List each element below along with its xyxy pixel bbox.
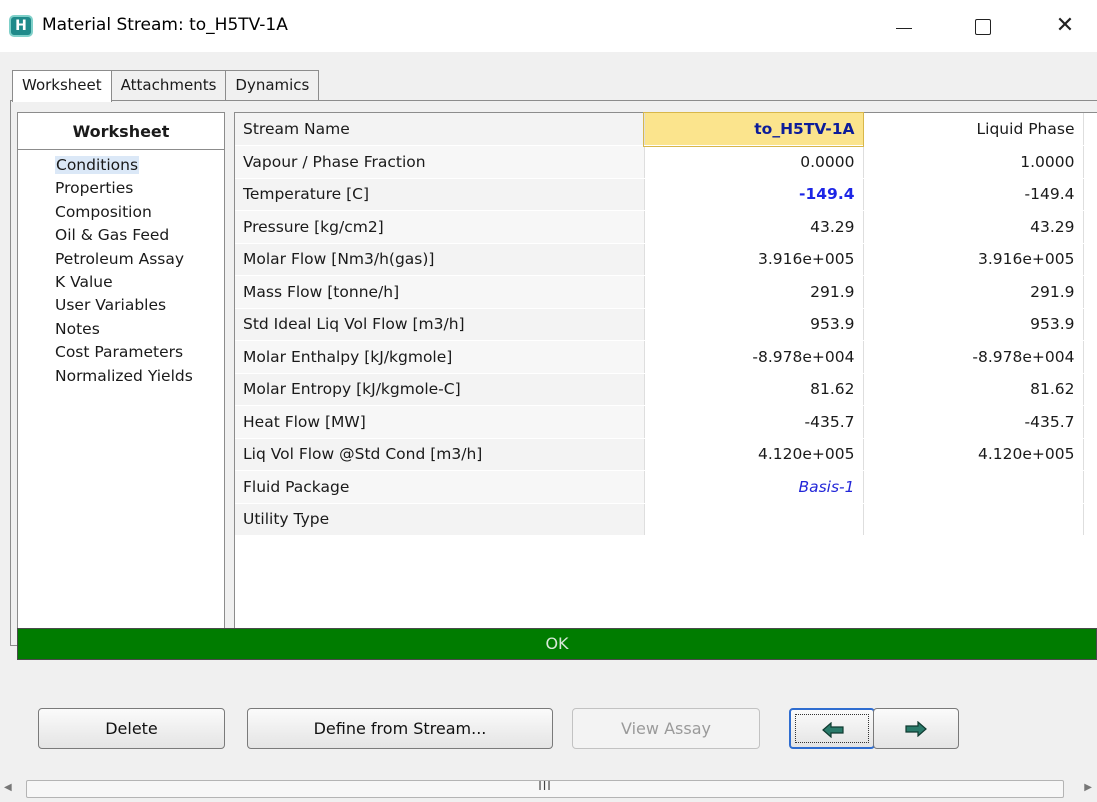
liquid-phase-cell[interactable]: -8.978e+004: [863, 340, 1084, 374]
property-name-cell: Molar Enthalpy [kJ/kgmole]: [235, 340, 645, 374]
tab-worksheet[interactable]: Worksheet: [12, 70, 112, 102]
tab-strip: Worksheet Attachments Dynamics: [12, 70, 320, 102]
liquid-phase-cell[interactable]: 3.916e+005: [863, 243, 1084, 276]
scroll-right-arrow-icon[interactable]: ▶: [1084, 782, 1092, 793]
stream-value-cell[interactable]: 81.62: [644, 373, 864, 406]
table-row: Molar Entropy [kJ/kgmole-C] 81.62 81.62: [235, 373, 1084, 406]
liquid-phase-cell[interactable]: [863, 470, 1084, 504]
delete-button[interactable]: Delete: [38, 708, 225, 749]
stream-value-cell[interactable]: 953.9: [644, 308, 864, 341]
table-row: Std Ideal Liq Vol Flow [m3/h] 953.9 953.9: [235, 308, 1084, 341]
property-name-cell: Liq Vol Flow @Std Cond [m3/h]: [235, 438, 645, 471]
previous-stream-button[interactable]: [789, 708, 875, 749]
tab-attachments[interactable]: Attachments: [110, 70, 227, 100]
nav-item-conditions[interactable]: Conditions: [55, 154, 224, 177]
next-stream-button[interactable]: [873, 708, 959, 749]
define-from-stream-button[interactable]: Define from Stream...: [247, 708, 553, 749]
property-name-cell: Heat Flow [MW]: [235, 405, 645, 439]
scrollbar-thumb[interactable]: III: [26, 779, 1064, 798]
table-row: Stream Name to_H5TV-1A Liquid Phase: [235, 112, 1084, 147]
arrow-left-icon: [822, 722, 844, 738]
nav-item-user-variables[interactable]: User Variables: [55, 294, 224, 317]
stream-value-cell[interactable]: [644, 503, 864, 536]
stream-value-cell[interactable]: -435.7: [644, 405, 864, 439]
maximize-button[interactable]: [954, 8, 1010, 44]
nav-item-composition[interactable]: Composition: [55, 201, 224, 224]
table-row: Temperature [C] -149.4 -149.4: [235, 178, 1084, 211]
close-button[interactable]: ✕: [1037, 8, 1093, 44]
property-name-cell: Stream Name: [235, 113, 645, 146]
table-row: Heat Flow [MW] -435.7 -435.7: [235, 405, 1084, 439]
stream-value-cell[interactable]: Basis-1: [644, 470, 864, 504]
liquid-phase-cell[interactable]: 43.29: [863, 210, 1084, 244]
status-bar: OK: [17, 628, 1097, 660]
hysys-app-icon: H: [9, 15, 33, 37]
property-name-cell: Temperature [C]: [235, 178, 645, 211]
property-name-cell: Molar Entropy [kJ/kgmole-C]: [235, 373, 645, 406]
conditions-grid: Stream Name to_H5TV-1A Liquid Phase Vapour …: [234, 112, 1097, 636]
table-row: Molar Enthalpy [kJ/kgmole] -8.978e+004 -8.…: [235, 340, 1084, 374]
table-row: Liq Vol Flow @Std Cond [m3/h] 4.120e+005 4…: [235, 438, 1084, 471]
minimize-button[interactable]: [875, 8, 931, 44]
stream-value-cell[interactable]: to_H5TV-1A: [643, 112, 864, 147]
liquid-phase-cell[interactable]: 953.9: [863, 308, 1084, 341]
table-row: Vapour / Phase Fraction 0.0000 1.0000: [235, 145, 1084, 179]
nav-item-k-value[interactable]: K Value: [55, 271, 224, 294]
liquid-phase-cell[interactable]: -149.4: [863, 178, 1084, 211]
nav-item-properties[interactable]: Properties: [55, 177, 224, 200]
stream-value-cell[interactable]: 4.120e+005: [644, 438, 864, 471]
nav-item-cost-parameters[interactable]: Cost Parameters: [55, 341, 224, 364]
property-name-cell: Mass Flow [tonne/h]: [235, 275, 645, 309]
liquid-phase-cell[interactable]: 81.62: [863, 373, 1084, 406]
property-name-cell: Vapour / Phase Fraction: [235, 145, 645, 179]
stream-dialog: Worksheet Attachments Dynamics Worksheet…: [0, 52, 1097, 802]
liquid-phase-cell[interactable]: 4.120e+005: [863, 438, 1084, 471]
conditions-table: Stream Name to_H5TV-1A Liquid Phase Vapour …: [235, 112, 1084, 536]
nav-list: Conditions Properties Composition Oil & …: [18, 150, 224, 388]
table-row: Pressure [kg/cm2] 43.29 43.29: [235, 210, 1084, 244]
view-assay-button[interactable]: View Assay: [572, 708, 760, 749]
property-name-cell: Pressure [kg/cm2]: [235, 210, 645, 244]
liquid-phase-cell[interactable]: [863, 503, 1084, 536]
horizontal-scrollbar[interactable]: ◀ III ▶: [0, 775, 1097, 802]
title-bar: H Material Stream: to_H5TV-1A ✕: [0, 0, 1097, 52]
arrow-right-icon: [905, 721, 927, 737]
property-name-cell: Molar Flow [Nm3/h(gas)]: [235, 243, 645, 276]
scrollbar-grip: III: [538, 779, 552, 793]
property-name-cell: Utility Type: [235, 503, 645, 536]
liquid-phase-cell[interactable]: 1.0000: [863, 145, 1084, 179]
property-name-cell: Std Ideal Liq Vol Flow [m3/h]: [235, 308, 645, 341]
nav-header: Worksheet: [18, 113, 224, 150]
nav-item-notes[interactable]: Notes: [55, 318, 224, 341]
stream-value-cell[interactable]: 291.9: [644, 275, 864, 309]
table-row: Mass Flow [tonne/h] 291.9 291.9: [235, 275, 1084, 309]
scroll-left-arrow-icon[interactable]: ◀: [4, 782, 12, 793]
table-row: Molar Flow [Nm3/h(gas)] 3.916e+005 3.916e+…: [235, 243, 1084, 276]
worksheet-nav: Worksheet Conditions Properties Composit…: [17, 112, 225, 636]
liquid-phase-cell[interactable]: 291.9: [863, 275, 1084, 309]
stream-value-cell[interactable]: -8.978e+004: [644, 340, 864, 374]
tab-dynamics[interactable]: Dynamics: [225, 70, 320, 100]
stream-value-cell[interactable]: 3.916e+005: [644, 243, 864, 276]
liquid-phase-cell[interactable]: -435.7: [863, 405, 1084, 439]
property-name-cell: Fluid Package: [235, 470, 645, 504]
nav-item-oil-gas-feed[interactable]: Oil & Gas Feed: [55, 224, 224, 247]
nav-item-normalized-yields[interactable]: Normalized Yields: [55, 365, 224, 388]
table-row: Utility Type: [235, 503, 1084, 536]
stream-value-cell[interactable]: -149.4: [644, 178, 864, 211]
stream-value-cell[interactable]: 43.29: [644, 210, 864, 244]
table-row: Fluid Package Basis-1: [235, 470, 1084, 504]
nav-item-petroleum-assay[interactable]: Petroleum Assay: [55, 248, 224, 271]
stream-value-cell[interactable]: 0.0000: [644, 145, 864, 179]
liquid-phase-cell[interactable]: Liquid Phase: [863, 113, 1084, 146]
window-title: Material Stream: to_H5TV-1A: [42, 15, 288, 35]
